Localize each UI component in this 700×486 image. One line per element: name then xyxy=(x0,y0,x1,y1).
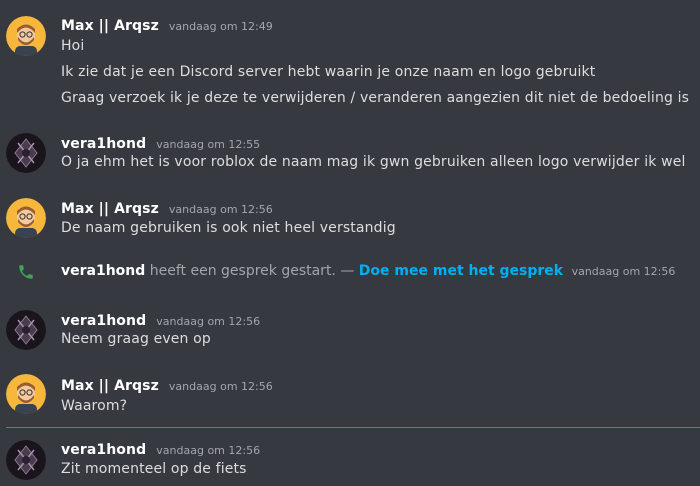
message-line: Neem graag even op xyxy=(61,331,211,347)
message-timestamp: vandaag om 12:56 xyxy=(168,380,273,393)
message-author[interactable]: Max || Arqsz xyxy=(61,18,159,34)
cartoon-man-avatar-icon xyxy=(6,198,46,238)
avatar[interactable] xyxy=(6,133,46,173)
message-timestamp: vandaag om 12:56 xyxy=(156,444,261,457)
message-timestamp: vandaag om 12:49 xyxy=(168,20,273,33)
call-user[interactable]: vera1hond xyxy=(61,263,145,279)
message-line: Zit momenteel op de fiets xyxy=(61,461,247,477)
message-author[interactable]: Max || Arqsz xyxy=(61,201,159,217)
message-timestamp: vandaag om 12:56 xyxy=(156,315,261,328)
dark-emblem-avatar-icon xyxy=(6,440,46,480)
message-timestamp: vandaag om 12:55 xyxy=(156,138,261,151)
call-text: heeft een gesprek gestart. — xyxy=(149,263,355,279)
avatar[interactable] xyxy=(6,198,46,238)
dark-emblem-avatar-icon xyxy=(6,310,46,350)
avatar[interactable] xyxy=(6,310,46,350)
message-line: De naam gebruiken is ook niet heel verst… xyxy=(61,220,396,236)
message-author[interactable]: vera1hond xyxy=(61,136,146,152)
message-line: Ik zie dat je een Discord server hebt wa… xyxy=(61,64,596,80)
message-line: Waarom? xyxy=(61,398,128,414)
dark-emblem-avatar-icon xyxy=(6,133,46,173)
message-author[interactable]: vera1hond xyxy=(61,442,146,458)
message-line: O ja ehm het is voor roblox de naam mag … xyxy=(61,154,686,170)
message-line: Graag verzoek ik je deze te verwijderen … xyxy=(61,90,690,106)
avatar[interactable] xyxy=(6,440,46,480)
message-timestamp: vandaag om 12:56 xyxy=(168,203,273,216)
join-call-link[interactable]: Doe mee met het gesprek xyxy=(359,263,563,279)
cartoon-man-avatar-icon xyxy=(6,16,46,56)
message-author[interactable]: vera1hond xyxy=(61,313,146,329)
avatar[interactable] xyxy=(6,16,46,56)
message-line: Hoi xyxy=(61,38,85,54)
cartoon-man-avatar-icon xyxy=(6,374,46,414)
message-author[interactable]: Max || Arqsz xyxy=(61,378,159,394)
new-messages-divider xyxy=(6,427,700,428)
call-timestamp: vandaag om 12:56 xyxy=(571,265,676,278)
avatar[interactable] xyxy=(6,374,46,414)
chat-message-list: Max || Arqsz vandaag om 12:49 Hoi Ik zie… xyxy=(0,0,700,486)
phone-icon xyxy=(19,265,33,279)
